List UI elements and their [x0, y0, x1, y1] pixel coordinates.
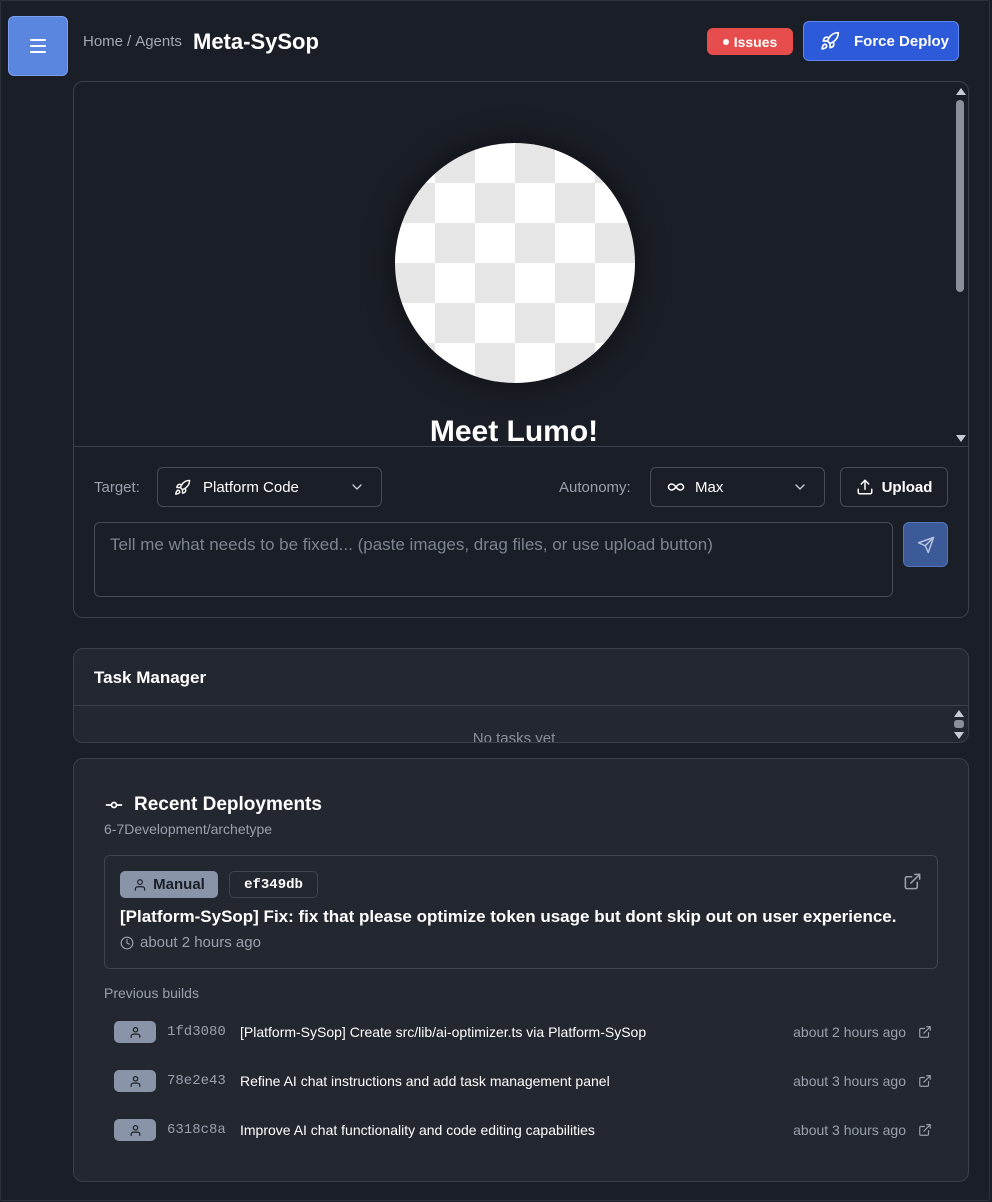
build-time: about 3 hours ago [793, 1073, 906, 1089]
target-select[interactable]: Platform Code [157, 467, 382, 507]
deploy-type-label: Manual [153, 876, 205, 893]
upload-icon [857, 479, 873, 495]
breadcrumb: Home / Agents [83, 33, 182, 50]
build-hash: 6318c8a [167, 1122, 226, 1138]
lumo-avatar [395, 143, 635, 383]
chat-messages[interactable]: Meet Lumo! [74, 82, 968, 447]
scroll-thumb[interactable] [954, 720, 964, 728]
task-empty-text: No tasks yet [472, 730, 556, 743]
user-icon [114, 1070, 156, 1092]
build-row[interactable]: 78e2e43 Refine AI chat instructions and … [114, 1069, 932, 1093]
commit-hash: ef349db [229, 871, 318, 898]
autonomy-select[interactable]: Max [650, 467, 825, 507]
deploy-type-badge: Manual [120, 871, 218, 898]
deployment-time-text: about 2 hours ago [140, 934, 261, 951]
build-message: Refine AI chat instructions and add task… [240, 1073, 610, 1089]
deployments-title-text: Recent Deployments [134, 794, 322, 815]
send-button[interactable] [903, 522, 948, 567]
menu-icon [30, 37, 46, 55]
task-manager-panel: Task Manager No tasks yet [73, 648, 969, 743]
chat-scrollbar[interactable] [954, 86, 966, 444]
autonomy-label: Autonomy: [559, 479, 631, 496]
clock-icon [120, 936, 134, 949]
deployment-time: about 2 hours ago [120, 934, 261, 951]
rocket-icon [821, 31, 840, 50]
chat-panel: Meet Lumo! Target: Platform Code Autonom… [73, 81, 969, 618]
build-row[interactable]: 6318c8a Improve AI chat functionality an… [114, 1118, 932, 1142]
build-time: about 3 hours ago [793, 1122, 906, 1138]
chevron-down-icon [352, 484, 362, 490]
target-value: Platform Code [203, 478, 299, 496]
autonomy-value: Max [695, 478, 724, 496]
task-manager-title: Task Manager [94, 668, 207, 687]
build-message: Improve AI chat functionality and code e… [240, 1122, 595, 1138]
latest-deployment: Manual ef349db [Platform-SySop] Fix: fix… [104, 855, 938, 969]
commit-icon [105, 801, 123, 809]
breadcrumb-separator: / [127, 33, 132, 50]
issues-badge[interactable]: Issues [707, 28, 793, 55]
force-deploy-button[interactable]: Force Deploy [803, 21, 959, 61]
menu-button[interactable] [8, 16, 68, 76]
build-row[interactable]: 1fd3080 [Platform-SySop] Create src/lib/… [114, 1020, 932, 1044]
chevron-down-icon [795, 484, 805, 490]
deployments-title: Recent Deployments [104, 794, 322, 816]
external-link-icon[interactable] [918, 1074, 932, 1088]
scroll-down-arrow-icon[interactable] [954, 732, 964, 739]
user-icon [114, 1021, 156, 1043]
scroll-up-arrow-icon[interactable] [956, 88, 966, 95]
external-link-icon[interactable] [918, 1123, 932, 1137]
divider [74, 705, 968, 706]
build-hash: 1fd3080 [167, 1024, 226, 1040]
breadcrumb-home[interactable]: Home [83, 33, 123, 50]
force-deploy-label: Force Deploy [854, 32, 950, 50]
issues-label: Issues [733, 33, 778, 50]
breadcrumb-agents[interactable]: Agents [135, 33, 182, 50]
recent-deployments-panel: Recent Deployments 6-7Development/archet… [73, 758, 969, 1182]
user-icon [114, 1119, 156, 1141]
rocket-icon [175, 479, 191, 495]
build-time: about 2 hours ago [793, 1024, 906, 1040]
scroll-down-arrow-icon[interactable] [956, 435, 966, 442]
repo-name: 6-7Development/archetype [104, 821, 273, 837]
user-icon [134, 878, 146, 891]
target-label: Target: [94, 479, 140, 496]
upload-button[interactable]: Upload [840, 467, 948, 507]
build-message: [Platform-SySop] Create src/lib/ai-optim… [240, 1024, 647, 1040]
scroll-thumb[interactable] [956, 100, 964, 292]
previous-builds-label: Previous builds [104, 985, 199, 1001]
welcome-title: Meet Lumo! [429, 415, 599, 447]
infinity-icon [667, 483, 685, 491]
page-title: Meta-SySop [193, 29, 319, 54]
issues-dot-icon [722, 38, 729, 45]
build-hash: 78e2e43 [167, 1073, 226, 1089]
message-input[interactable] [94, 522, 893, 597]
deployment-message: [Platform-SySop] Fix: fix that please op… [120, 907, 897, 926]
send-icon [917, 536, 934, 553]
upload-label: Upload [881, 478, 933, 496]
scroll-up-arrow-icon[interactable] [954, 710, 964, 717]
external-link-icon[interactable] [903, 872, 922, 896]
external-link-icon[interactable] [918, 1025, 932, 1039]
